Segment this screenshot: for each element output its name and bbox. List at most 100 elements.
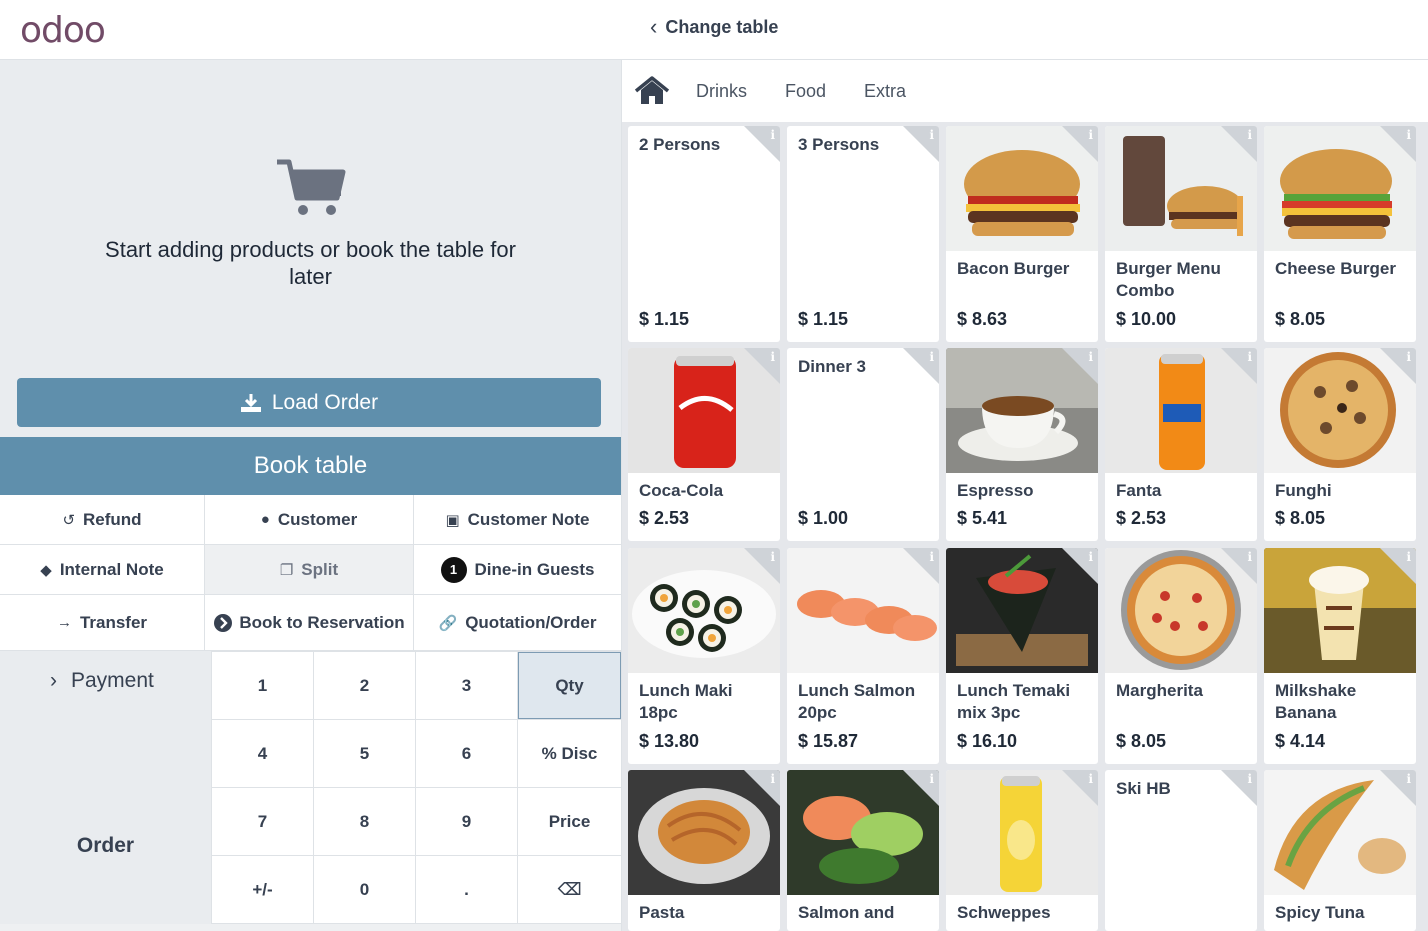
info-icon[interactable]: i [1406, 350, 1411, 364]
product-card[interactable]: i 2 Persons $ 1.15 [628, 126, 780, 342]
product-card[interactable]: i Fanta $ 2.53 [1105, 348, 1257, 541]
empty-order-message: Start adding products or book the table … [105, 237, 516, 289]
product-card[interactable]: i Coca-Cola $ 2.53 [628, 348, 780, 541]
internal-note-label: Internal Note [59, 559, 164, 579]
internal-note-button[interactable]: ◆ Internal Note [0, 545, 205, 595]
change-table-button[interactable]: ‹ Change table [650, 16, 778, 38]
customer-button[interactable]: ● Customer [205, 495, 414, 545]
numpad-decimal[interactable]: . [416, 856, 517, 923]
product-price: $ 1.15 [798, 309, 849, 329]
info-icon[interactable]: i [770, 772, 775, 786]
product-card[interactable]: i 3 Persons $ 1.15 [787, 126, 939, 342]
product-card[interactable]: i Milkshake Banana $ 4.14 [1264, 548, 1416, 764]
order-button[interactable]: Order [0, 821, 211, 871]
info-icon[interactable]: i [1088, 128, 1093, 142]
home-icon[interactable] [634, 76, 670, 106]
product-card[interactable]: i Lunch Temaki mix 3pc $ 16.10 [946, 548, 1098, 764]
info-icon[interactable]: i [1406, 772, 1411, 786]
info-icon[interactable]: i [1088, 550, 1093, 564]
split-label: Split [301, 559, 339, 579]
product-card[interactable]: i Salmon and [787, 770, 939, 931]
link-icon: 🔗 [438, 614, 458, 632]
category-extra[interactable]: Extra [864, 81, 906, 102]
product-name: Funghi [1275, 481, 1332, 500]
product-card[interactable]: i Schweppes [946, 770, 1098, 931]
customer-note-button[interactable]: ▣ Customer Note [414, 495, 621, 545]
product-name: Lunch Temaki mix 3pc [957, 681, 1071, 722]
numpad-key-8[interactable]: 8 [314, 788, 415, 855]
product-card[interactable]: i Burger Menu Combo $ 10.00 [1105, 126, 1257, 342]
product-card[interactable]: i Cheese Burger $ 8.05 [1264, 126, 1416, 342]
product-card[interactable]: i Lunch Salmon 20pc $ 15.87 [787, 548, 939, 764]
load-order-button[interactable]: Load Order [17, 378, 601, 427]
product-price: $ 10.00 [1116, 309, 1177, 329]
product-name: Burger Menu Combo [1116, 259, 1221, 300]
payment-button[interactable]: › Payment [0, 651, 211, 710]
dine-in-guests-button[interactable]: 1 Dine-in Guests [414, 545, 621, 595]
copy-icon: ❐ [279, 561, 294, 579]
product-name: Bacon Burger [957, 259, 1070, 278]
info-icon[interactable]: i [1247, 128, 1252, 142]
numpad-key-5[interactable]: 5 [314, 720, 415, 787]
product-price: $ 4.14 [1275, 731, 1326, 751]
product-name: Schweppes [957, 903, 1051, 922]
refund-button[interactable]: ↺ Refund [0, 495, 205, 545]
product-card[interactable]: i Lunch Maki 18pc $ 13.80 [628, 548, 780, 764]
quotation-order-button[interactable]: 🔗 Quotation/Order [414, 595, 621, 651]
product-name: 2 Persons [639, 135, 721, 154]
odoo-logo[interactable]: odoo [20, 10, 106, 51]
product-card[interactable]: i Spicy Tuna [1264, 770, 1416, 931]
numpad-plus-minus[interactable]: +/- [212, 856, 313, 923]
numpad-qty-mode[interactable]: Qty [518, 652, 621, 719]
numpad-key-6[interactable]: 6 [416, 720, 517, 787]
numpad-backspace[interactable]: ⌫ [518, 856, 621, 923]
product-card[interactable]: i Bacon Burger $ 8.63 [946, 126, 1098, 342]
info-icon[interactable]: i [929, 550, 934, 564]
dine-in-guests-label: Dine-in Guests [474, 559, 595, 579]
info-icon[interactable]: i [1406, 550, 1411, 564]
info-icon[interactable]: i [1088, 350, 1093, 364]
numpad-key-7[interactable]: 7 [212, 788, 313, 855]
info-icon[interactable]: i [770, 350, 775, 364]
product-card[interactable]: i Ski HB [1105, 770, 1257, 931]
chevron-circle-right-icon [214, 613, 233, 632]
product-price: $ 8.05 [1275, 508, 1326, 528]
numpad-key-4[interactable]: 4 [212, 720, 313, 787]
product-card[interactable]: i Margherita $ 8.05 [1105, 548, 1257, 764]
sticky-note-icon: ▣ [445, 511, 460, 529]
category-bar: Drinks Food Extra [622, 60, 1428, 122]
info-icon[interactable]: i [770, 550, 775, 564]
book-to-reservation-button[interactable]: Book to Reservation [205, 595, 414, 651]
category-food[interactable]: Food [785, 81, 826, 102]
info-icon[interactable]: i [929, 772, 934, 786]
product-price: $ 8.05 [1275, 309, 1326, 329]
numpad-price-mode[interactable]: Price [518, 788, 621, 855]
customer-note-label: Customer Note [467, 509, 590, 529]
transfer-button[interactable]: → Transfer [0, 595, 205, 651]
category-drinks[interactable]: Drinks [696, 81, 747, 102]
payment-label: Payment [71, 668, 154, 692]
numpad: 1 2 3 Qty 4 5 6 % Disc 7 8 9 Price +/- 0… [211, 651, 621, 924]
numpad-disc-mode[interactable]: % Disc [518, 720, 621, 787]
numpad-key-2[interactable]: 2 [314, 652, 415, 719]
product-card[interactable]: i Espresso $ 5.41 [946, 348, 1098, 541]
numpad-key-3[interactable]: 3 [416, 652, 517, 719]
product-card[interactable]: i Pasta [628, 770, 780, 931]
download-icon [240, 393, 261, 412]
product-card[interactable]: i Dinner 3 $ 1.00 [787, 348, 939, 541]
refund-label: Refund [83, 509, 142, 529]
order-panel: Start adding products or book the table … [0, 60, 621, 931]
info-icon[interactable]: i [1406, 128, 1411, 142]
numpad-key-0[interactable]: 0 [314, 856, 415, 923]
info-icon[interactable]: i [1247, 550, 1252, 564]
product-card[interactable]: i Funghi $ 8.05 [1264, 348, 1416, 541]
numpad-key-1[interactable]: 1 [212, 652, 313, 719]
product-name: Coca-Cola [639, 481, 724, 500]
numpad-key-9[interactable]: 9 [416, 788, 517, 855]
product-name: 3 Persons [798, 135, 880, 154]
info-icon[interactable]: i [1088, 772, 1093, 786]
book-table-button[interactable]: Book table [0, 437, 621, 495]
info-icon[interactable]: i [1247, 350, 1252, 364]
split-button[interactable]: ❐ Split [205, 545, 414, 595]
product-name: Pasta [639, 903, 685, 922]
